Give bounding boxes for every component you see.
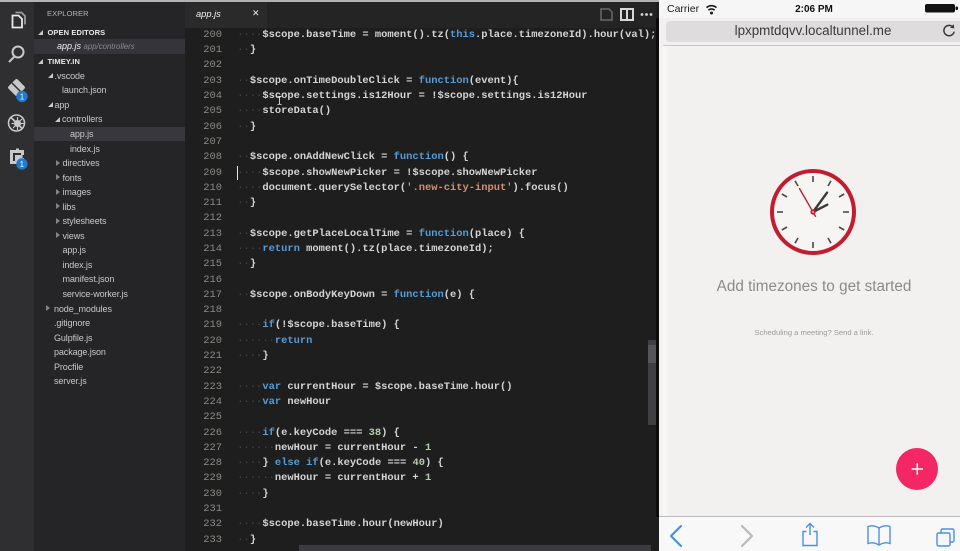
svg-text:1: 1 — [20, 93, 25, 102]
svg-text:1: 1 — [20, 160, 25, 169]
